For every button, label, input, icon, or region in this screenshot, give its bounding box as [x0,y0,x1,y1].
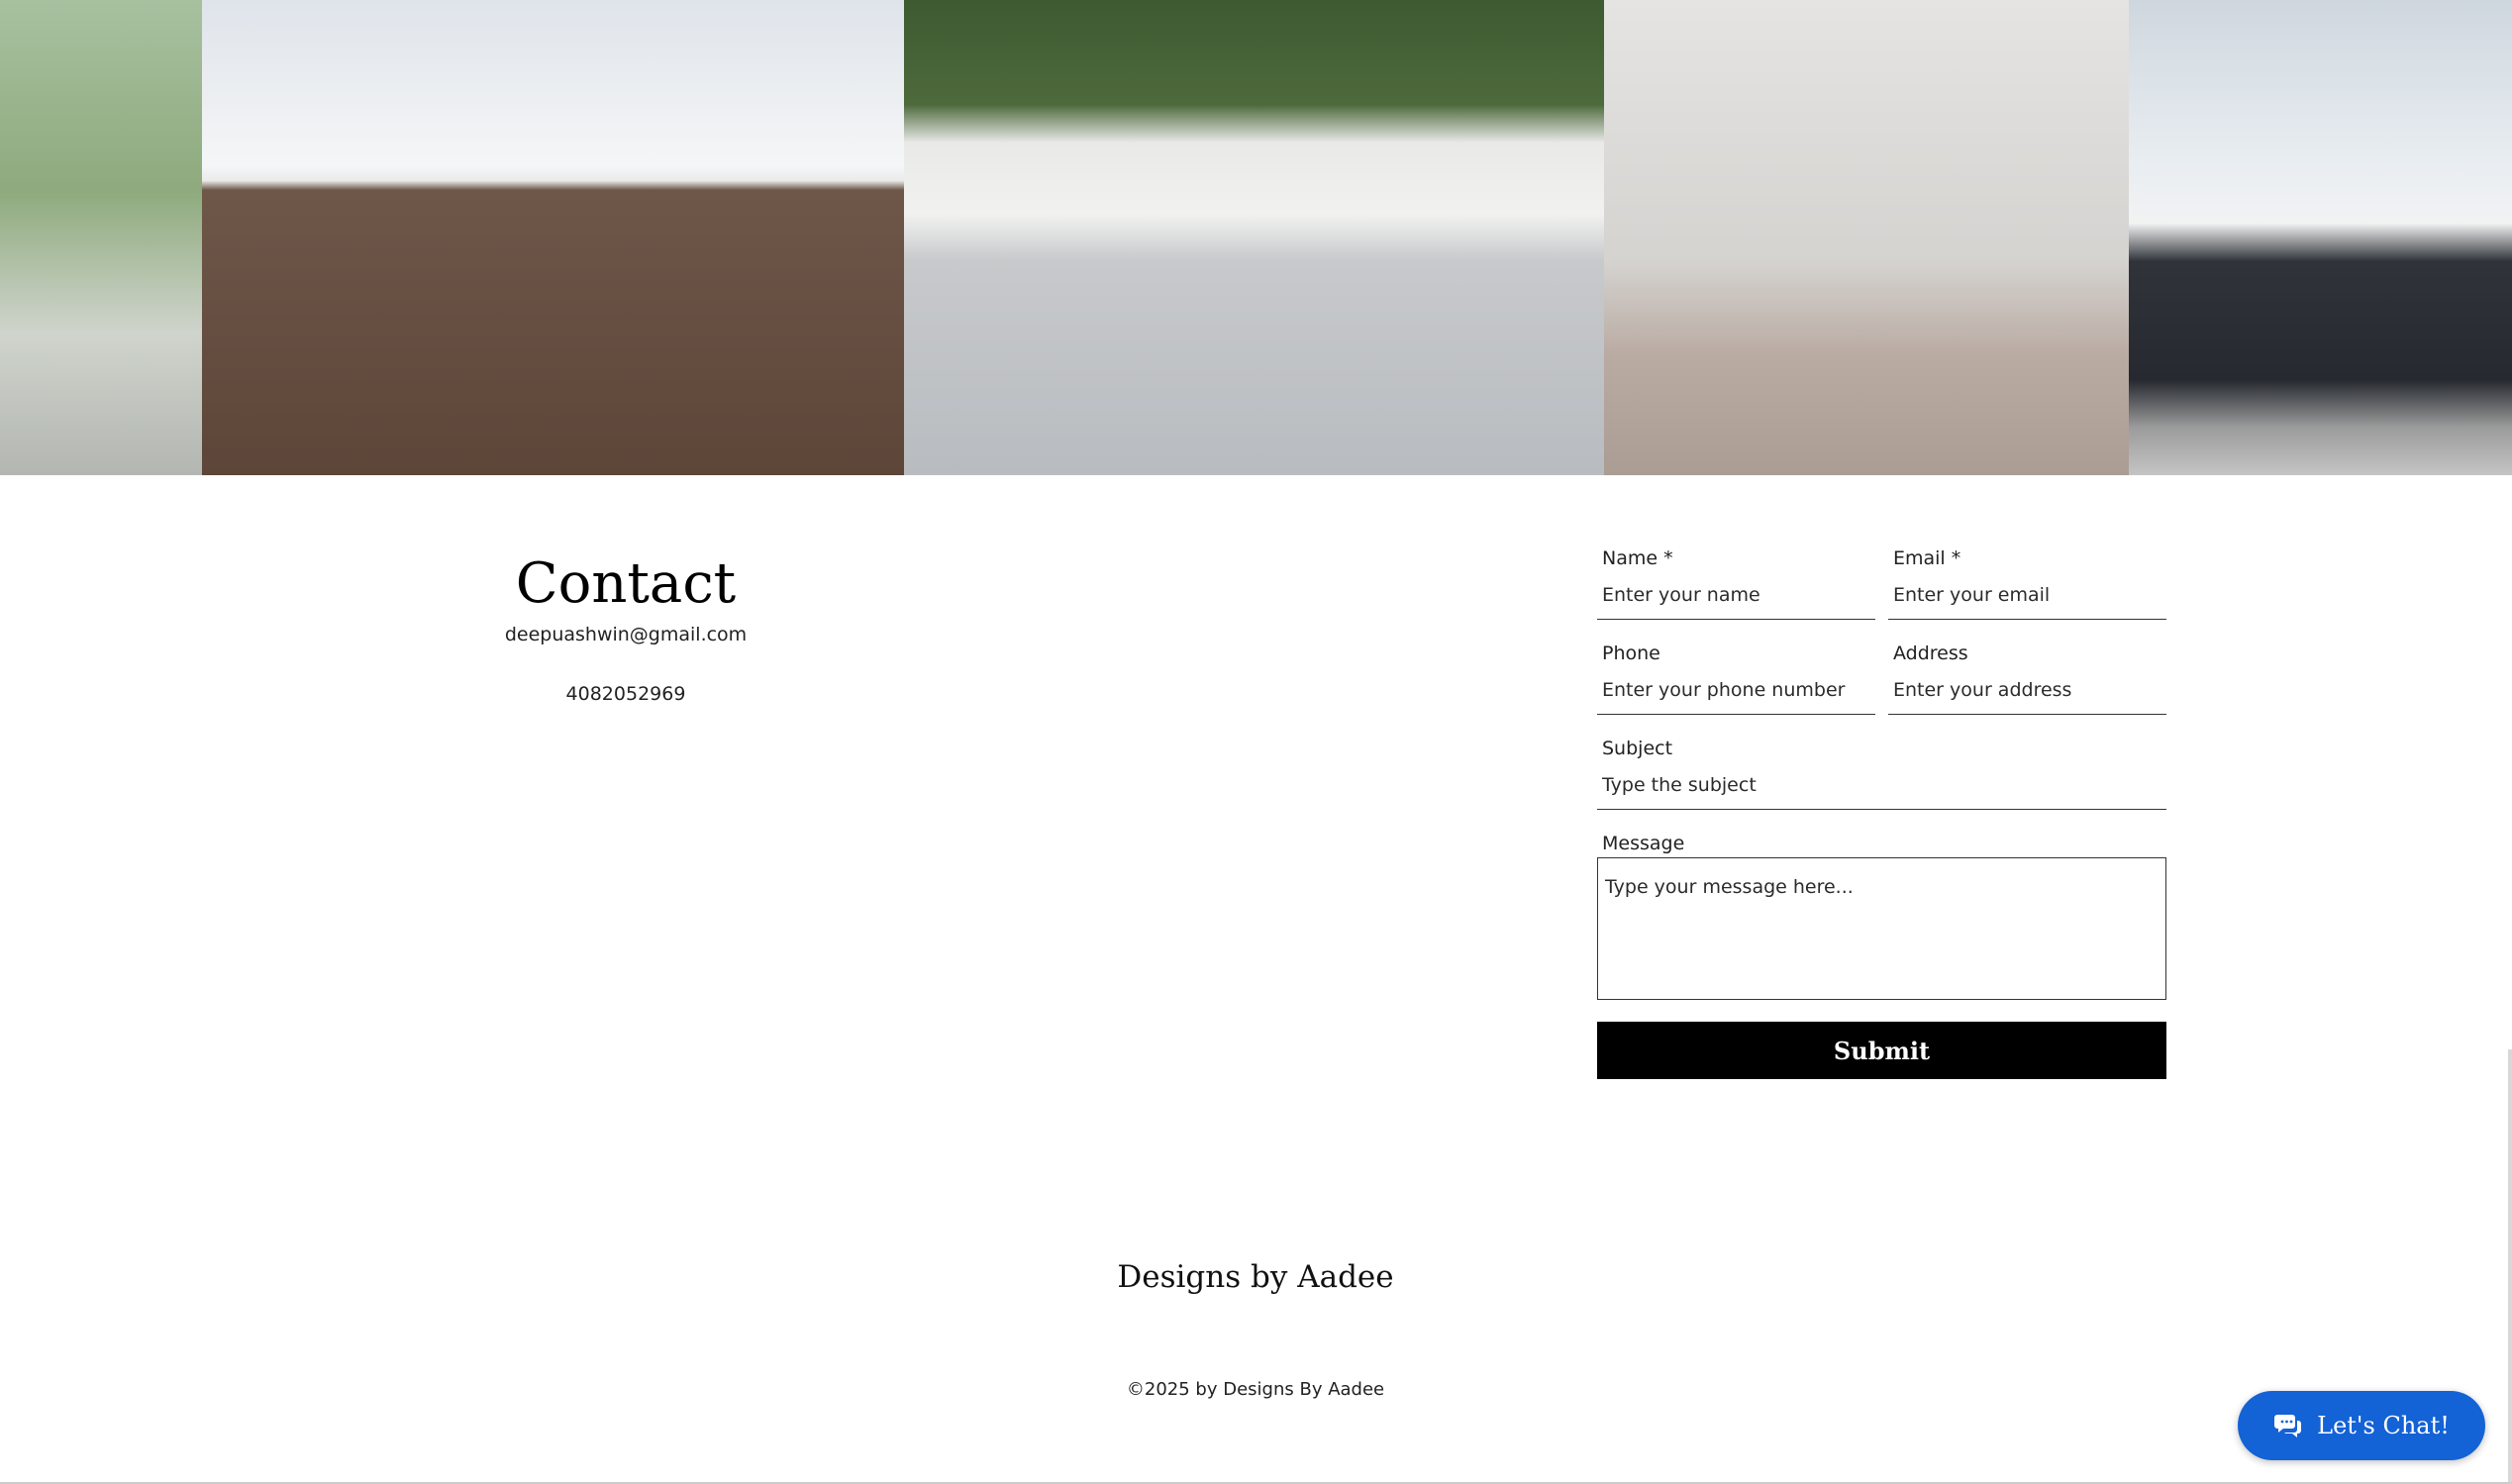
subject-field-group: Subject [1597,737,2166,810]
email-field-group: Email * [1888,546,2166,620]
gallery-photo-backyard[interactable] [904,0,1604,475]
name-input[interactable] [1597,570,1875,620]
photo-gallery [0,0,2512,475]
scrollbar-edge[interactable] [2508,1049,2512,1484]
contact-email: deepuashwin@gmail.com [504,624,748,645]
contact-phone: 4082052969 [565,683,686,705]
chat-bubbles-icon [2274,1415,2302,1437]
contact-heading: Contact [515,551,737,616]
subject-input[interactable] [1597,760,2166,810]
submit-button[interactable]: Submit [1597,1022,2166,1079]
email-input[interactable] [1888,570,2166,620]
name-label: Name * [1602,547,1673,569]
phone-label: Phone [1602,643,1660,664]
footer-brand-name: Designs by Aadee [1117,1259,1394,1295]
subject-label: Subject [1602,738,1673,759]
name-field-group: Name * [1597,546,1875,620]
gallery-photo-kitchen[interactable] [1604,0,2129,475]
footer-copyright: ©2025 by Designs By Aadee [1126,1379,1385,1400]
message-textarea[interactable] [1597,857,2166,1000]
message-label: Message [1602,833,1685,854]
gallery-photo-patio[interactable] [0,0,202,475]
lets-chat-button[interactable]: Let's Chat! [2238,1391,2485,1460]
address-label: Address [1893,643,1968,664]
address-field-group: Address [1888,642,2166,715]
message-field-group: Message [1597,832,2166,1000]
address-input[interactable] [1888,665,2166,715]
lets-chat-label: Let's Chat! [2317,1412,2450,1439]
email-label: Email * [1893,547,1961,569]
phone-field-group: Phone [1597,642,1875,715]
gallery-photo-bathroom-vanity[interactable] [202,0,904,475]
gallery-photo-double-vanity[interactable] [2129,0,2512,475]
phone-input[interactable] [1597,665,1875,715]
